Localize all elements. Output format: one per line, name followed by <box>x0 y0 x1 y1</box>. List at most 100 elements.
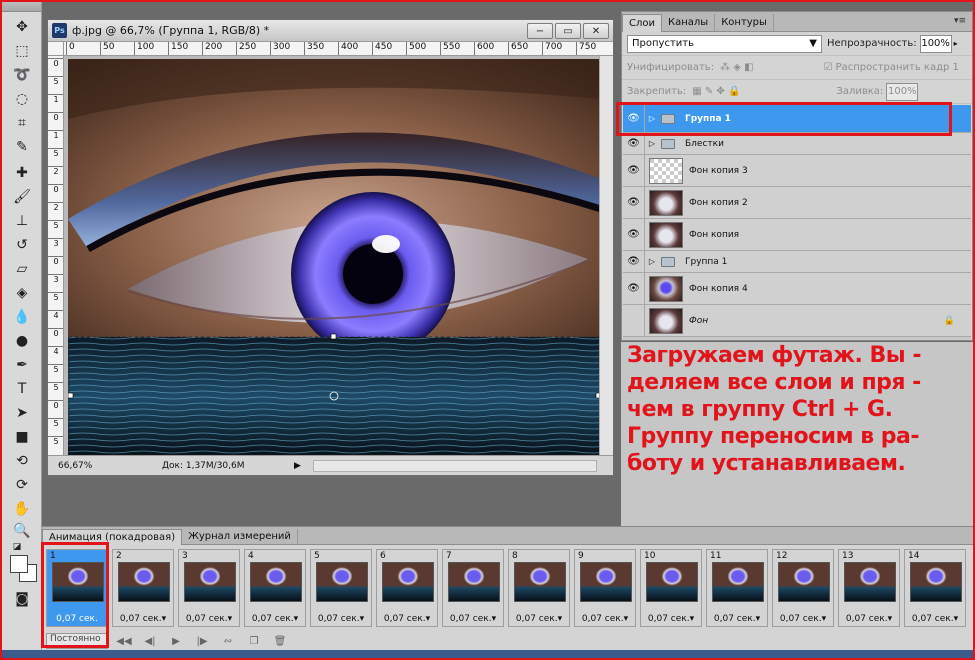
layer-row[interactable]: 👁 Фон копия 2 <box>623 187 971 219</box>
animation-frame[interactable]: 12 0,07 сек.▾ <box>772 549 834 627</box>
hand-tool-icon[interactable]: ✋ <box>11 498 33 520</box>
frame-delay[interactable]: 0,07 сек.▾ <box>311 614 371 624</box>
layer-row[interactable]: 👁 ▷ Группа 1 <box>623 251 971 273</box>
expand-triangle-icon[interactable]: ▷ <box>645 139 659 148</box>
pen-tool-icon[interactable]: ✒ <box>11 354 33 376</box>
layer-row[interactable]: 👁 ▷ Группа 1 <box>623 105 971 133</box>
close-button[interactable]: ✕ <box>583 23 609 39</box>
first-frame-icon[interactable]: ◀◀ <box>114 633 134 649</box>
blend-mode-select[interactable]: Пропустить ▼ <box>627 34 822 53</box>
animation-frame[interactable]: 11 0,07 сек.▾ <box>706 549 768 627</box>
duplicate-frame-icon[interactable]: ❐ <box>244 633 264 649</box>
opacity-dropdown-icon[interactable]: ▸ <box>954 39 958 48</box>
brush-tool-icon[interactable]: 🖌 <box>11 186 33 208</box>
rectangle-tool-icon[interactable]: ■ <box>11 426 33 448</box>
3d-rotate-tool-icon[interactable]: ⟲ <box>11 450 33 472</box>
3d-orbit-tool-icon[interactable]: ⟳ <box>11 474 33 496</box>
frame-delay[interactable]: 0,07 сек. <box>47 614 107 624</box>
visibility-eye-icon[interactable]: 👁 <box>623 251 645 272</box>
vertical-scrollbar[interactable] <box>599 56 613 455</box>
frame-delay[interactable]: 0,07 сек.▾ <box>509 614 569 624</box>
frame-delay[interactable]: 0,07 сек.▾ <box>179 614 239 624</box>
layer-row[interactable]: 👁 Фон 🔒 <box>623 305 971 337</box>
visibility-eye-icon[interactable]: 👁 <box>623 273 645 304</box>
frame-delay[interactable]: 0,07 сек.▾ <box>905 614 965 624</box>
visibility-eye-icon[interactable]: 👁 <box>623 155 645 186</box>
frame-delay[interactable]: 0,07 сек.▾ <box>773 614 833 624</box>
visibility-eye-icon[interactable]: 👁 <box>623 133 645 154</box>
tab-layers[interactable]: Слои <box>622 14 662 32</box>
opacity-field[interactable]: 100% <box>919 34 952 53</box>
crop-tool-icon[interactable]: ⌗ <box>11 112 33 134</box>
play-icon[interactable]: ▶ <box>166 633 186 649</box>
frame-delay[interactable]: 0,07 сек.▾ <box>443 614 503 624</box>
path-selection-tool-icon[interactable]: ➤ <box>11 402 33 424</box>
tab-channels[interactable]: Каналы <box>662 14 716 31</box>
tab-measurement-log[interactable]: Журнал измерений <box>182 529 298 544</box>
zoom-level[interactable]: 66,67% <box>48 461 92 471</box>
paint-bucket-tool-icon[interactable]: ◈ <box>11 282 33 304</box>
healing-brush-tool-icon[interactable]: ✚ <box>11 162 33 184</box>
animation-frame[interactable]: 3 0,07 сек.▾ <box>178 549 240 627</box>
animation-frame[interactable]: 4 0,07 сек.▾ <box>244 549 306 627</box>
animation-frame[interactable]: 9 0,07 сек.▾ <box>574 549 636 627</box>
frame-delay[interactable]: 0,07 сек.▾ <box>245 614 305 624</box>
status-menu-arrow-icon[interactable]: ▶ <box>294 461 301 471</box>
visibility-eye-icon[interactable]: 👁 <box>623 187 645 218</box>
eyedropper-tool-icon[interactable]: ✎ <box>11 136 33 158</box>
animation-frame[interactable]: 6 0,07 сек.▾ <box>376 549 438 627</box>
animation-frame[interactable]: 5 0,07 сек.▾ <box>310 549 372 627</box>
animation-frame[interactable]: 1 0,07 сек. <box>46 549 108 627</box>
expand-triangle-icon[interactable]: ▷ <box>645 114 659 123</box>
canvas-area[interactable] <box>64 56 599 455</box>
frame-delay[interactable]: 0,07 сек.▾ <box>707 614 767 624</box>
blur-tool-icon[interactable]: 💧 <box>11 306 33 328</box>
tween-icon[interactable]: ∾ <box>218 633 238 649</box>
history-brush-tool-icon[interactable]: ↺ <box>11 234 33 256</box>
visibility-eye-icon[interactable]: 👁 <box>623 105 645 132</box>
visibility-eye-icon[interactable]: 👁 <box>623 219 645 250</box>
tab-paths[interactable]: Контуры <box>715 14 774 31</box>
dodge-tool-icon[interactable]: ● <box>11 330 33 352</box>
layer-row[interactable]: 👁 Фон копия <box>623 219 971 251</box>
frame-delay[interactable]: 0,07 сек.▾ <box>839 614 899 624</box>
frame-delay[interactable]: 0,07 сек.▾ <box>575 614 635 624</box>
expand-triangle-icon[interactable]: ▷ <box>645 257 659 266</box>
marquee-tool-icon[interactable]: ⬚ <box>11 40 33 62</box>
animation-frame[interactable]: 10 0,07 сек.▾ <box>640 549 702 627</box>
delete-frame-icon[interactable]: 🗑 <box>270 633 290 649</box>
frame-delay[interactable]: 0,07 сек.▾ <box>641 614 701 624</box>
previous-frame-icon[interactable]: ◀| <box>140 633 160 649</box>
panel-menu-icon[interactable]: ▾≡ <box>954 16 966 26</box>
propagate-checkbox[interactable]: ☑ <box>824 62 833 73</box>
image-canvas[interactable] <box>68 59 599 455</box>
lasso-tool-icon[interactable]: ➰ <box>11 64 33 86</box>
animation-frame[interactable]: 2 0,07 сек.▾ <box>112 549 174 627</box>
document-title-bar[interactable]: Ps ф.jpg @ 66,7% (Группа 1, RGB/8) * − ▭… <box>48 20 613 42</box>
animation-frame[interactable]: 14 0,07 сек.▾ <box>904 549 966 627</box>
lock-icons[interactable]: ▦ ✎ ✥ 🔒 <box>692 86 740 97</box>
ruler-origin[interactable] <box>48 42 64 56</box>
vertical-ruler[interactable]: 0510152025303540455055 <box>48 56 64 455</box>
quick-mask-icon[interactable]: ◙ <box>11 588 33 610</box>
frame-delay[interactable]: 0,07 сек.▾ <box>113 614 173 624</box>
loop-select[interactable]: Постоянно <box>46 633 108 649</box>
minimize-button[interactable]: − <box>527 23 553 39</box>
horizontal-ruler[interactable]: 0 50 100 150 200 250 300 350 400 450 500 550 600 650 7… <box>64 42 613 56</box>
toolbox-grip[interactable] <box>2 2 41 12</box>
unify-icons[interactable]: ⁂ ◈ ◧ <box>720 62 754 73</box>
frame-delay[interactable]: 0,07 сек.▾ <box>377 614 437 624</box>
quick-selection-tool-icon[interactable]: ◌ <box>11 88 33 110</box>
eraser-tool-icon[interactable]: ▱ <box>11 258 33 280</box>
horizontal-scrollbar[interactable] <box>313 460 597 472</box>
animation-frame[interactable]: 8 0,07 сек.▾ <box>508 549 570 627</box>
restore-button[interactable]: ▭ <box>555 23 581 39</box>
visibility-eye-icon[interactable]: 👁 <box>623 305 645 336</box>
move-tool-icon[interactable]: ✥ <box>11 16 33 38</box>
animation-frame[interactable]: 13 0,07 сек.▾ <box>838 549 900 627</box>
layer-row[interactable]: 👁 Фон копия 4 <box>623 273 971 305</box>
tab-animation[interactable]: Анимация (покадровая) <box>42 529 183 545</box>
layer-row[interactable]: 👁 Фон копия 3 <box>623 155 971 187</box>
animation-frame[interactable]: 7 0,07 сек.▾ <box>442 549 504 627</box>
type-tool-icon[interactable]: T <box>11 378 33 400</box>
